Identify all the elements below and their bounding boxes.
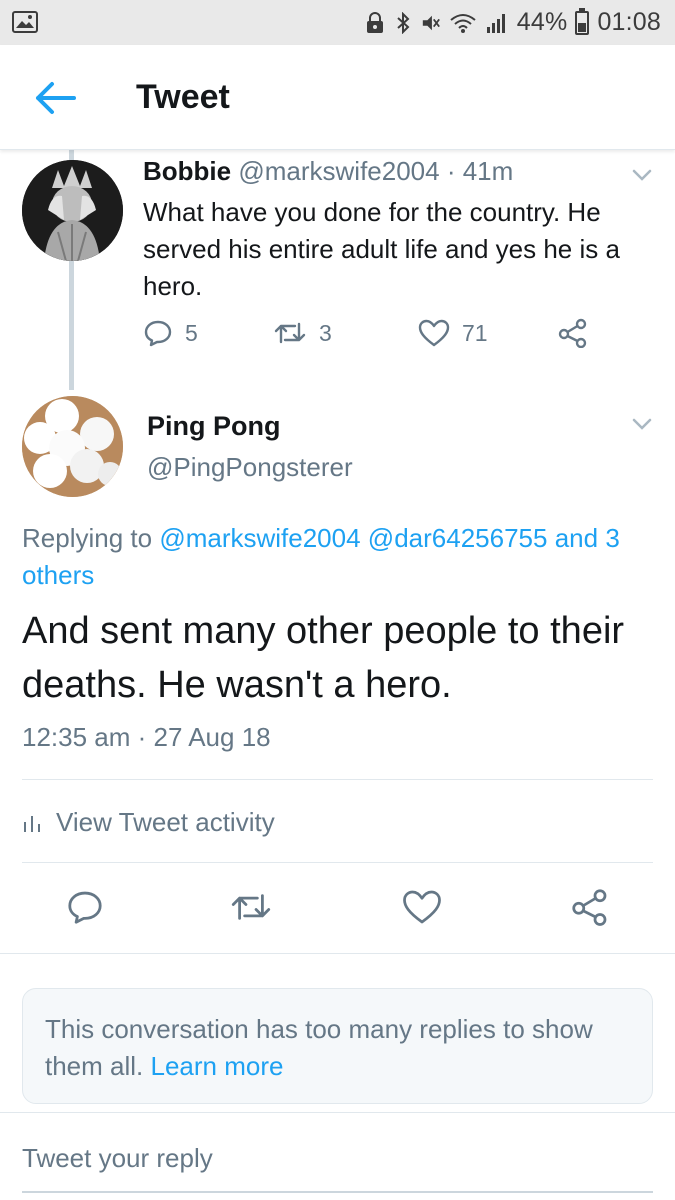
analytics-icon [24,816,40,832]
view-tweet-activity-label: View Tweet activity [56,806,275,837]
parent-retweet-count: 3 [319,319,332,346]
view-tweet-activity-button[interactable]: View Tweet activity [22,804,275,840]
parent-reply-button[interactable]: 5 [143,318,198,348]
signal-icon [486,13,505,33]
conversation-notice: This conversation has too many replies t… [22,988,653,1104]
avatar[interactable] [22,160,123,261]
gallery-icon [12,11,38,33]
share-icon [558,318,587,348]
heart-icon[interactable] [402,888,442,926]
author-handle[interactable]: @PingPongsterer [147,452,353,483]
page-title: Tweet [136,78,230,116]
parent-share-button[interactable] [557,318,589,348]
battery-percent: 44% [516,8,568,36]
learn-more-link[interactable]: Learn more [151,1051,284,1081]
wifi-icon [450,13,476,33]
parent-tweet-actions: 5 3 71 [143,318,603,358]
heart-icon [418,319,450,347]
mute-icon [422,15,440,30]
parent-reply-count: 5 [185,319,198,346]
mention-link[interactable]: @markswife2004 [159,523,360,553]
tweet-actions [0,880,675,940]
avatar[interactable] [22,396,123,497]
parent-tweet-text: What have you done for the country. He s… [143,197,620,301]
notice-text: This conversation has too many replies t… [45,1014,593,1081]
reply-input-underline [22,1191,653,1193]
section-divider [0,953,675,954]
app-header: Tweet [0,45,675,150]
tweet-timestamp: 12:35 am · 27 Aug 18 [22,722,271,752]
parent-like-button[interactable]: 71 [418,318,488,348]
share-icon[interactable] [570,888,610,926]
reply-icon [144,320,172,347]
parent-author-name[interactable]: Bobbie [143,156,231,186]
arrow-left-icon[interactable] [30,78,82,118]
reply-composer[interactable]: Tweet your reply [0,1112,675,1200]
reply-input[interactable]: Tweet your reply [22,1143,213,1174]
parent-tweet-header: Bobbie @markswife2004 · 41m [143,156,513,187]
ping-pong-balls-avatar-image [22,396,123,497]
replying-to-label: Replying to [22,523,153,553]
reply-icon[interactable] [66,888,104,926]
bluetooth-icon [397,11,410,34]
statue-of-liberty-avatar-image [22,160,123,261]
battery-icon [575,7,590,35]
chevron-down-icon[interactable] [631,168,653,182]
replying-and[interactable]: and [555,523,598,553]
parent-retweet-button[interactable]: 3 [273,318,332,348]
retweet-icon [274,322,306,344]
clock: 01:08 [597,8,661,36]
author-name[interactable]: Ping Pong [147,411,280,442]
parent-tweet-time: · 41m [446,156,514,186]
divider [22,862,653,863]
divider [22,779,653,780]
retweet-icon[interactable] [229,888,273,926]
mention-link[interactable]: @dar64256755 [368,523,548,553]
status-bar: 44% 01:08 [0,0,675,45]
replying-to: Replying to @markswife2004 @dar64256755 … [22,520,657,594]
parent-like-count: 71 [462,319,488,346]
tweet-text: And sent many other people to their deat… [22,610,625,706]
parent-author-handle[interactable]: @markswife2004 [238,156,439,186]
chevron-down-icon[interactable] [631,417,653,431]
lock-icon [366,11,383,33]
